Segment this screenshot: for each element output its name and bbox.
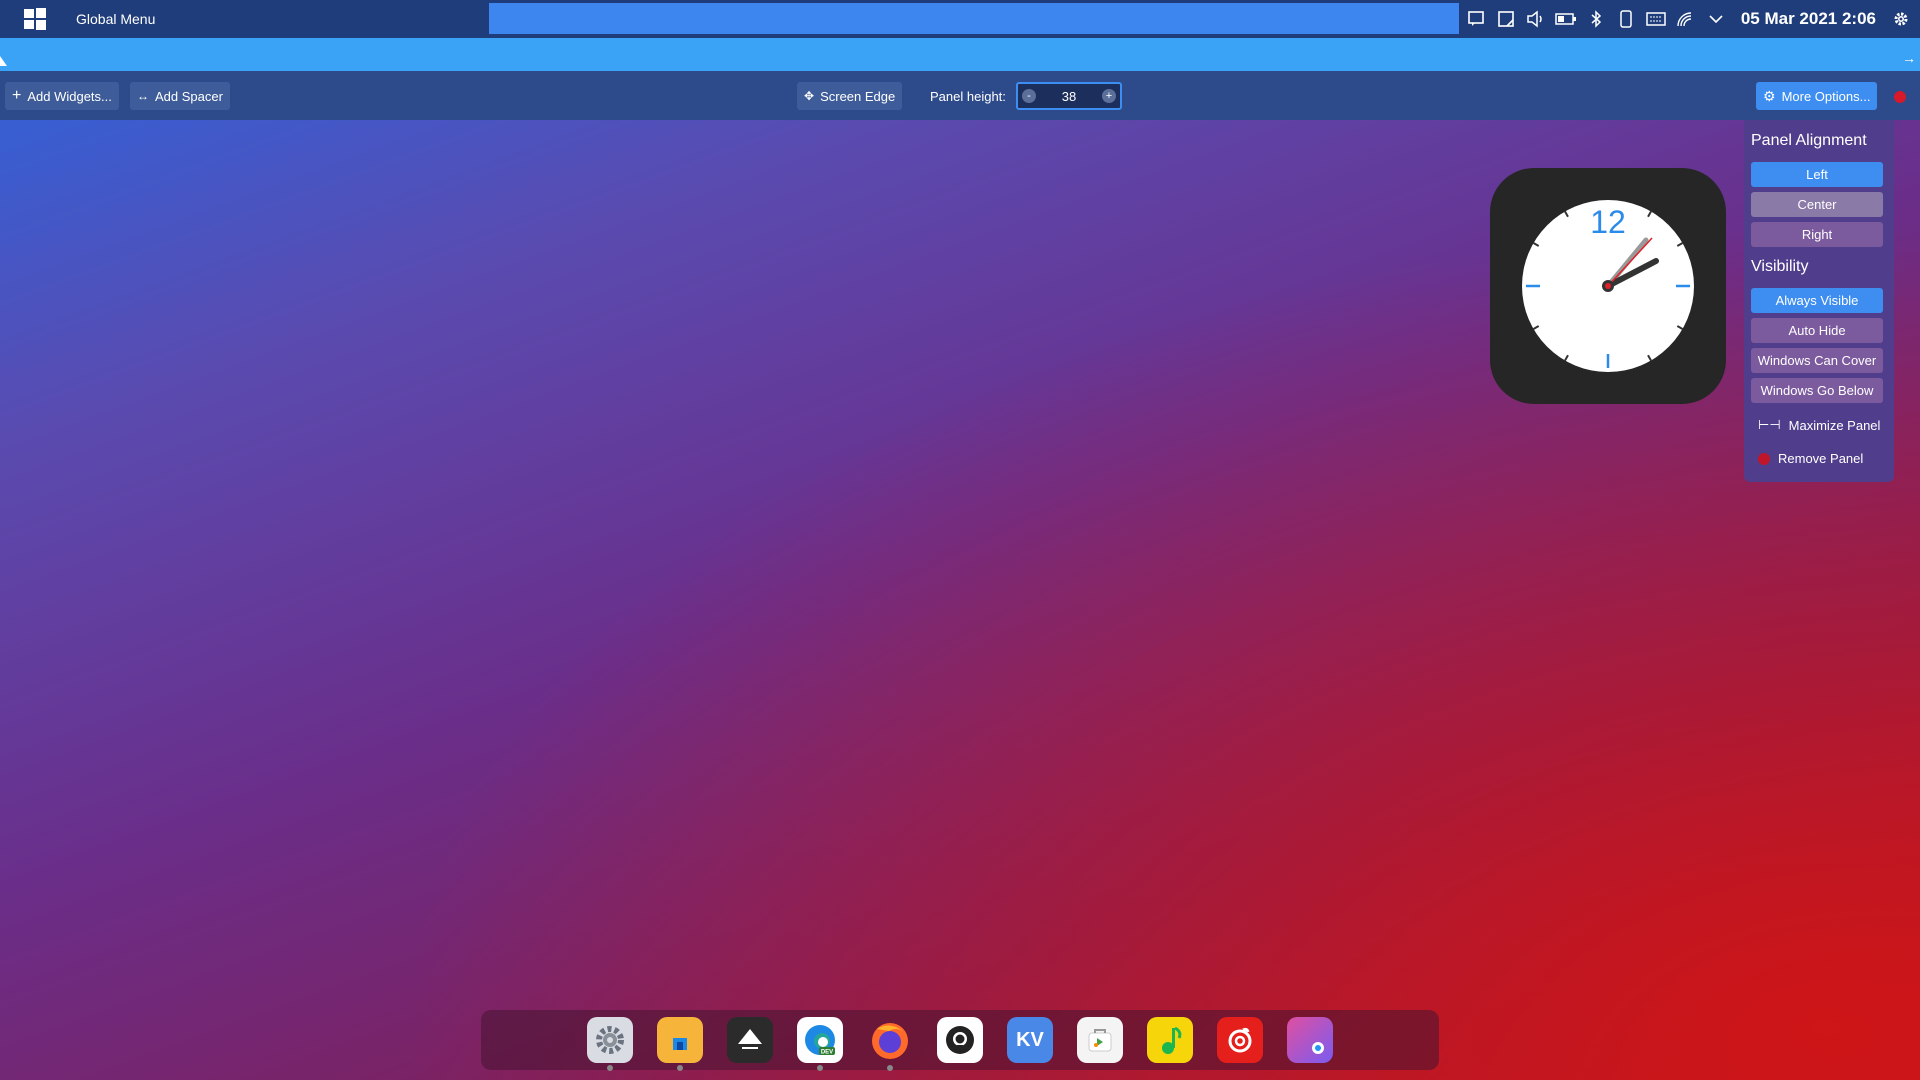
panel-height-spinbox[interactable]: - 38 + (1016, 82, 1122, 110)
panel-edit-toolbar: + Add Widgets... ↔ Add Spacer ✥ Screen E… (0, 71, 1920, 120)
dock-item-screenshot[interactable] (1285, 1015, 1335, 1065)
alignment-left-button[interactable]: Left (1751, 162, 1883, 187)
remove-panel-button[interactable]: Remove Panel (1758, 451, 1863, 466)
panel-alignment-title: Panel Alignment (1751, 132, 1867, 149)
increment-button[interactable]: + (1102, 89, 1116, 103)
start-button[interactable] (0, 0, 70, 38)
screen-edge-label: Screen Edge (820, 88, 896, 104)
more-options-label: More Options... (1781, 88, 1871, 104)
bluetooth-icon[interactable] (1585, 8, 1607, 30)
kv-icon: KV (1007, 1017, 1053, 1063)
volume-icon[interactable] (1525, 8, 1547, 30)
auto-hide-button[interactable]: Auto Hide (1751, 318, 1883, 343)
windows-logo-icon (24, 8, 46, 30)
clock-numeral: 12 (1590, 204, 1626, 240)
kv-label: KV (1016, 1028, 1044, 1051)
battery-icon[interactable] (1555, 8, 1577, 30)
windows-can-cover-button[interactable]: Windows Can Cover (1751, 348, 1883, 373)
windows-go-below-button[interactable]: Windows Go Below (1751, 378, 1883, 403)
dock-item-github[interactable] (935, 1015, 985, 1065)
keyboard-icon[interactable] (1645, 8, 1667, 30)
add-widgets-button[interactable]: + Add Widgets... (5, 82, 119, 110)
firefox-icon (867, 1017, 913, 1063)
alignment-right-button[interactable]: Right (1751, 222, 1883, 247)
phone-icon[interactable] (1615, 8, 1637, 30)
remove-icon (1758, 452, 1770, 465)
folder-icon (657, 1017, 703, 1063)
decrement-button[interactable]: - (1022, 89, 1036, 103)
screenshot-icon (1287, 1017, 1333, 1063)
svg-text:DEV: DEV (821, 1050, 833, 1056)
top-panel: Global Menu 05 Mar 2021 2:06 (0, 0, 1920, 38)
ruler-right-marker-icon[interactable]: → (1902, 50, 1916, 66)
running-indicator (817, 1065, 823, 1071)
dock: DEV KV (481, 1010, 1439, 1071)
more-options-button[interactable]: ⚙ More Options... (1756, 82, 1878, 110)
clock-text[interactable]: 05 Mar 2021 2:06 (1741, 9, 1876, 29)
global-menu[interactable]: Global Menu (70, 11, 496, 27)
gear-icon: ⚙ (1763, 87, 1776, 104)
dock-item-inkscape[interactable] (725, 1015, 775, 1065)
clock-face-icon: 12 (1522, 200, 1694, 372)
screen-edge-button[interactable]: ✥ Screen Edge (797, 82, 903, 110)
panel-height-label: Panel height: (930, 89, 1006, 104)
settings-icon (587, 1017, 633, 1063)
taskbar-area[interactable] (489, 3, 1459, 34)
gear-icon[interactable] (1890, 8, 1912, 30)
dock-item-edge-dev[interactable]: DEV (795, 1015, 845, 1071)
remove-panel-label: Remove Panel (1778, 451, 1864, 466)
spacer-icon: ↔ (137, 89, 149, 103)
alignment-center-button[interactable]: Center (1751, 192, 1883, 217)
add-spacer-label: Add Spacer (155, 88, 223, 104)
panel-height-value[interactable]: 38 (1062, 89, 1076, 104)
netease-music-icon (1217, 1017, 1263, 1063)
clipboard-icon[interactable] (1495, 8, 1517, 30)
maximize-panel-label: Maximize Panel (1788, 417, 1881, 433)
system-tray: 05 Mar 2021 2:06 (1465, 0, 1920, 38)
analog-clock-widget[interactable]: 12 (1490, 168, 1726, 404)
dock-item-app-store[interactable] (1075, 1015, 1125, 1065)
edge-dev-icon: DEV (797, 1017, 843, 1063)
app-store-icon (1077, 1017, 1123, 1063)
inkscape-icon (727, 1017, 773, 1063)
dock-item-file-manager[interactable] (655, 1015, 705, 1071)
more-options-popup: Panel Alignment Left Center Right Visibi… (1744, 120, 1894, 482)
ruler-left-marker[interactable] (0, 56, 7, 66)
running-indicator (677, 1065, 683, 1071)
add-widgets-label: Add Widgets... (27, 88, 112, 104)
dock-item-kv[interactable]: KV (1005, 1015, 1055, 1065)
maximize-panel-button[interactable]: ⊢⊣ Maximize Panel (1758, 417, 1880, 433)
maximize-icon: ⊢⊣ (1758, 417, 1781, 432)
move-icon: ✥ (804, 89, 815, 103)
visibility-title: Visibility (1751, 258, 1809, 275)
panel-ruler[interactable]: → (0, 38, 1920, 71)
dock-item-netease-music[interactable] (1215, 1015, 1265, 1065)
wifi-icon[interactable] (1675, 8, 1697, 30)
running-indicator (607, 1065, 613, 1071)
add-spacer-button[interactable]: ↔ Add Spacer (130, 82, 230, 110)
music-icon (1147, 1017, 1193, 1063)
plus-icon: + (12, 87, 22, 104)
dock-item-firefox[interactable] (865, 1015, 915, 1071)
dock-item-music[interactable] (1145, 1015, 1195, 1065)
dock-item-settings[interactable] (585, 1015, 635, 1071)
close-panel-edit-button[interactable] (1894, 91, 1906, 103)
notification-icon[interactable] (1465, 8, 1487, 30)
running-indicator (887, 1065, 893, 1071)
always-visible-button[interactable]: Always Visible (1751, 288, 1883, 313)
github-icon (937, 1017, 983, 1063)
chevron-down-icon[interactable] (1705, 8, 1727, 30)
